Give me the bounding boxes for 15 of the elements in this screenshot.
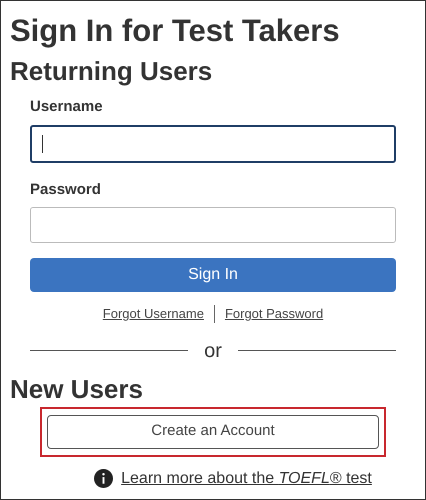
text-link[interactable]: Forgot Username: [102, 304, 204, 324]
info-icon: [94, 469, 114, 488]
sign-in-button[interactable]: Sign In: [30, 258, 396, 292]
text-link[interactable]: Forgot Password: [224, 304, 324, 324]
field-label: Username: [30, 97, 104, 117]
section-heading: New Users: [10, 376, 144, 402]
text-cursor: [42, 134, 43, 152]
create-account-button[interactable]: Create an Account: [47, 414, 379, 448]
section-heading: Returning Users: [10, 58, 214, 84]
field-label: Password: [30, 180, 102, 200]
input-field[interactable]: [30, 124, 396, 162]
input-field[interactable]: [30, 207, 396, 243]
info-link[interactable]: Learn more about the TOEFL® test: [121, 466, 372, 490]
page-title: Sign In for Test Takers: [10, 15, 341, 46]
separator-text: or: [204, 338, 222, 364]
